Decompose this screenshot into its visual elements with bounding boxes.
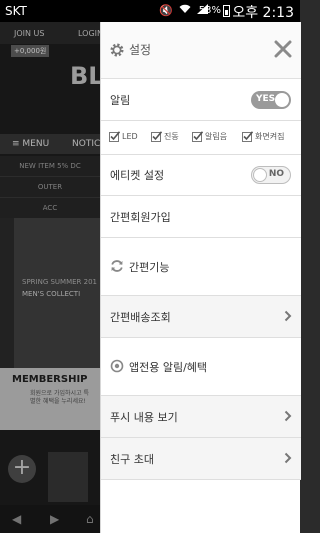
simple-delivery-row[interactable]: 간편배송조회 xyxy=(101,296,301,338)
clock: 오후 2:13 xyxy=(232,5,294,21)
led-checkbox-label: LED xyxy=(122,132,138,141)
wifi-icon xyxy=(179,4,191,17)
notification-options-row: LED 진동 알림음 화면켜짐 xyxy=(101,121,301,155)
app-alert-label: 앱전용 알림/혜택 xyxy=(129,361,208,374)
app-alert-row[interactable]: 앱전용 알림/혜택 xyxy=(101,338,301,396)
notification-toggle-label: YES xyxy=(256,94,276,104)
status-bar: SKT 🔇 53% 오후 2:13 xyxy=(0,0,300,22)
invite-friend-label: 친구 초대 xyxy=(110,453,154,466)
sound-checkbox-label: 알림음 xyxy=(205,132,228,141)
chevron-right-icon xyxy=(284,452,292,464)
target-icon xyxy=(110,359,124,373)
simple-signup-row[interactable]: 간편회원가입 xyxy=(101,196,301,238)
push-view-row[interactable]: 푸시 내용 보기 xyxy=(101,396,301,438)
screen-on-checkbox-label: 화면켜짐 xyxy=(255,132,285,141)
chevron-right-icon xyxy=(284,310,292,322)
refresh-icon xyxy=(111,260,123,272)
simple-feature-row[interactable]: 간편기능 xyxy=(101,238,301,296)
checkbox-checked-icon xyxy=(242,131,253,142)
mute-icon: 🔇 xyxy=(159,4,173,17)
checkbox-checked-icon xyxy=(192,131,203,142)
simple-feature-label: 간편기능 xyxy=(129,261,170,274)
invite-friend-row[interactable]: 친구 초대 xyxy=(101,438,301,480)
simple-delivery-label: 간편배송조회 xyxy=(110,311,171,324)
simple-signup-label: 간편회원가입 xyxy=(110,211,171,224)
drawer-title: 설정 xyxy=(129,43,152,57)
notification-label: 알림 xyxy=(110,94,131,107)
settings-drawer: 설정 알림 YES LED 진동 알림음 화면켜짐 에티켓 설정 NO 간편회원… xyxy=(100,22,301,533)
vibrate-checkbox[interactable]: 진동 xyxy=(151,131,179,142)
close-icon[interactable] xyxy=(274,40,292,58)
etiquette-row: 에티켓 설정 NO xyxy=(101,155,301,196)
checkbox-checked-icon xyxy=(109,131,120,142)
drawer-header: 설정 xyxy=(101,22,301,79)
battery-icon xyxy=(223,5,230,17)
notification-toggle[interactable]: YES xyxy=(251,91,291,109)
battery-percent: 53% xyxy=(198,5,221,16)
checkbox-checked-icon xyxy=(151,131,162,142)
carrier-label: SKT xyxy=(5,4,27,18)
etiquette-label: 에티켓 설정 xyxy=(110,169,165,182)
chevron-right-icon xyxy=(284,410,292,422)
etiquette-toggle[interactable]: NO xyxy=(251,166,291,184)
vibrate-checkbox-label: 진동 xyxy=(164,132,179,141)
sound-checkbox[interactable]: 알림음 xyxy=(192,131,227,142)
screen-on-checkbox[interactable]: 화면켜짐 xyxy=(242,131,284,142)
led-checkbox[interactable]: LED xyxy=(109,131,138,142)
push-view-label: 푸시 내용 보기 xyxy=(110,411,178,424)
toggle-knob xyxy=(275,93,289,107)
toggle-knob xyxy=(253,168,267,182)
etiquette-toggle-label: NO xyxy=(268,169,284,179)
notification-row: 알림 YES xyxy=(101,79,301,121)
gear-icon xyxy=(110,43,124,57)
